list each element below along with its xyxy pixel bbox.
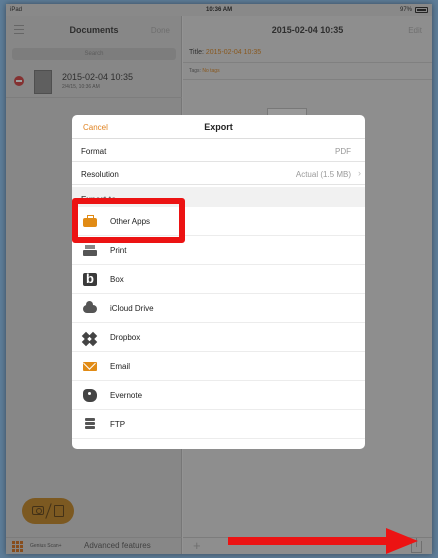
export-target-ftp[interactable]: FTP (72, 410, 365, 439)
annotation-arrow (228, 528, 418, 554)
resolution-label: Resolution (81, 170, 119, 179)
export-target-label: iCloud Drive (110, 304, 154, 313)
chevron-right-icon: › (358, 168, 361, 178)
highlight-box (72, 198, 185, 243)
resolution-value: Actual (1.5 MB) (295, 170, 351, 179)
export-target-label: Box (110, 275, 124, 284)
export-target-dropbox[interactable]: Dropbox (72, 323, 365, 352)
export-target-icloud-drive[interactable]: iCloud Drive (72, 294, 365, 323)
dropbox-icon (81, 331, 98, 347)
export-target-email[interactable]: Email (72, 352, 365, 381)
format-row[interactable]: Format PDF (72, 140, 365, 162)
export-target-label: FTP (110, 420, 126, 429)
format-value: PDF (335, 147, 351, 156)
export-dialog-title: Export (204, 122, 233, 132)
export-target-label: Print (110, 246, 127, 255)
ftp-icon (85, 418, 95, 431)
resolution-row[interactable]: Resolution Actual (1.5 MB) › (72, 163, 365, 185)
export-target-label: Dropbox (110, 333, 141, 342)
export-dialog-header: Cancel Export (72, 115, 365, 139)
export-target-label: Email (110, 362, 131, 371)
box-icon (83, 271, 97, 286)
ipad-screen: iPad 10:36 AM 97% Documents Done Search … (6, 4, 432, 554)
export-target-box[interactable]: Box (72, 265, 365, 294)
export-target-label: Evernote (110, 391, 143, 400)
email-icon (83, 362, 97, 371)
cloud-icon (83, 301, 97, 313)
printer-icon (83, 244, 97, 257)
export-target-evernote[interactable]: Evernote (72, 381, 365, 410)
evernote-icon (83, 389, 97, 402)
format-label: Format (81, 147, 107, 156)
export-dialog: Cancel Export Format PDF Resolution Actu… (72, 115, 365, 449)
